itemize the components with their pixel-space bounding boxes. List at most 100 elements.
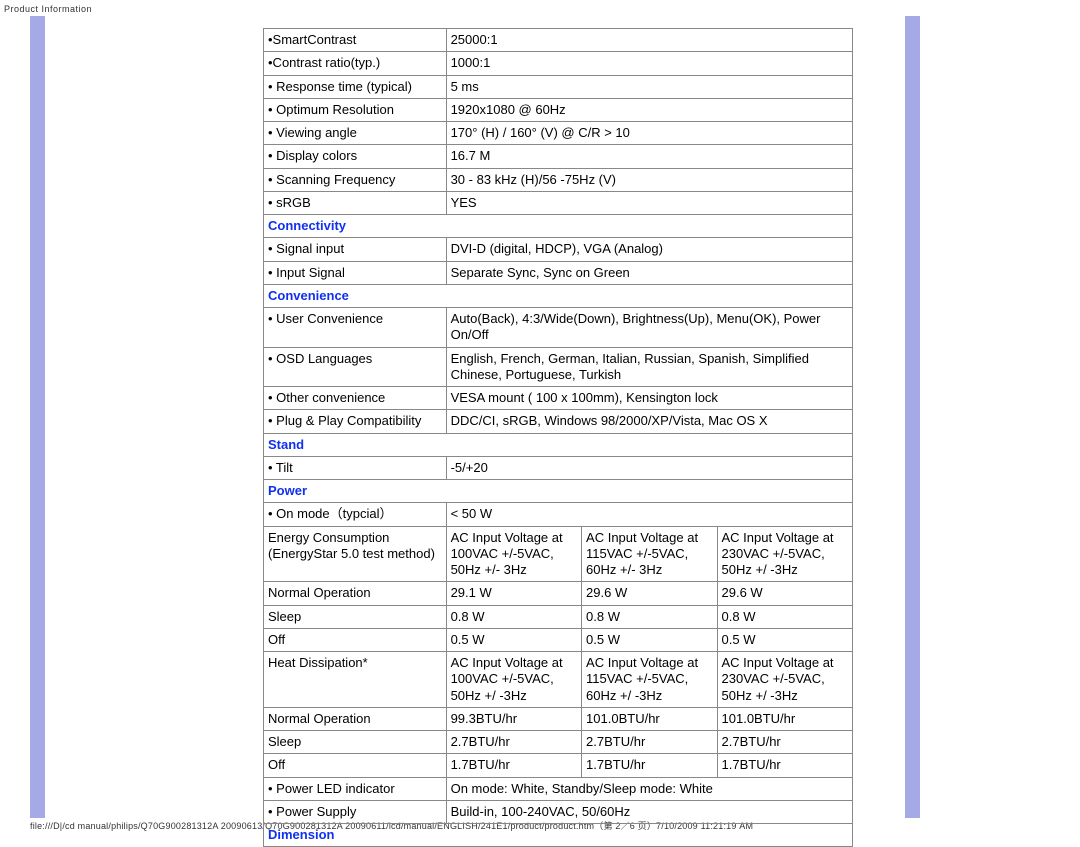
spec-label-cell: • Signal input: [264, 238, 447, 261]
spec-label-cell: Normal Operation: [264, 582, 447, 605]
table-row: • Other convenienceVESA mount ( 100 x 10…: [264, 387, 853, 410]
table-row: • Tilt-5/+20: [264, 456, 853, 479]
spec-label-cell: • OSD Languages: [264, 347, 447, 387]
section-header-cell: Power: [264, 480, 853, 503]
spec-label-cell: • Viewing angle: [264, 122, 447, 145]
spec-value-cell: 0.8 W: [717, 605, 852, 628]
spec-value-cell: AC Input Voltage at 115VAC +/-5VAC, 60Hz…: [582, 652, 717, 708]
spec-value-cell: AC Input Voltage at 100VAC +/-5VAC, 50Hz…: [446, 526, 581, 582]
table-row: • OSD LanguagesEnglish, French, German, …: [264, 347, 853, 387]
main-content: •SmartContrast25000:1•Contrast ratio(typ…: [263, 16, 853, 818]
spec-value-cell: 1.7BTU/hr: [717, 754, 852, 777]
spec-label-cell: • Tilt: [264, 456, 447, 479]
spec-value-cell: 25000:1: [446, 29, 852, 52]
spec-value-cell: 0.8 W: [582, 605, 717, 628]
spec-value-cell: 29.1 W: [446, 582, 581, 605]
spec-label-cell: • Scanning Frequency: [264, 168, 447, 191]
spec-label-cell: • User Convenience: [264, 308, 447, 348]
spec-value-cell: VESA mount ( 100 x 100mm), Kensington lo…: [446, 387, 852, 410]
table-row: • On mode（typcial）< 50 W: [264, 503, 853, 526]
spec-value-cell: 2.7BTU/hr: [446, 731, 581, 754]
spec-value-cell: 5 ms: [446, 75, 852, 98]
spec-value-cell: AC Input Voltage at 230VAC +/-5VAC, 50Hz…: [717, 652, 852, 708]
spec-value-cell: Auto(Back), 4:3/Wide(Down), Brightness(U…: [446, 308, 852, 348]
spec-value-cell: 0.5 W: [446, 628, 581, 651]
spec-label-cell: • Power LED indicator: [264, 777, 447, 800]
spec-label-cell: • On mode（typcial）: [264, 503, 447, 526]
table-row: •Contrast ratio(typ.)1000:1: [264, 52, 853, 75]
page-header-text: Product Information: [4, 4, 92, 14]
table-row: Power: [264, 480, 853, 503]
spec-label-cell: Sleep: [264, 605, 447, 628]
spec-value-cell: YES: [446, 191, 852, 214]
spec-value-cell: 1000:1: [446, 52, 852, 75]
table-row: • Response time (typical)5 ms: [264, 75, 853, 98]
spec-value-cell: -5/+20: [446, 456, 852, 479]
spec-value-cell: AC Input Voltage at 230VAC +/-5VAC, 50Hz…: [717, 526, 852, 582]
table-row: Normal Operation29.1 W29.6 W29.6 W: [264, 582, 853, 605]
spec-label-cell: •SmartContrast: [264, 29, 447, 52]
spec-label-cell: • sRGB: [264, 191, 447, 214]
table-row: Off0.5 W0.5 W0.5 W: [264, 628, 853, 651]
section-header-cell: Convenience: [264, 284, 853, 307]
right-rail: [905, 16, 920, 818]
page-body: •SmartContrast25000:1•Contrast ratio(typ…: [30, 16, 1050, 818]
section-header-cell: Connectivity: [264, 215, 853, 238]
spec-label-cell: Normal Operation: [264, 707, 447, 730]
spec-value-cell: English, French, German, Italian, Russia…: [446, 347, 852, 387]
spec-label-cell: Off: [264, 628, 447, 651]
spec-value-cell: Separate Sync, Sync on Green: [446, 261, 852, 284]
sidebar-spacer: [45, 16, 263, 818]
spec-value-cell: On mode: White, Standby/Sleep mode: Whit…: [446, 777, 852, 800]
far-right-gap: [920, 16, 1050, 818]
spec-value-cell: 1920x1080 @ 60Hz: [446, 98, 852, 121]
table-row: Sleep2.7BTU/hr2.7BTU/hr2.7BTU/hr: [264, 731, 853, 754]
table-row: Energy Consumption (EnergyStar 5.0 test …: [264, 526, 853, 582]
section-header-cell: Stand: [264, 433, 853, 456]
table-row: Normal Operation99.3BTU/hr101.0BTU/hr101…: [264, 707, 853, 730]
table-row: • Scanning Frequency30 - 83 kHz (H)/56 -…: [264, 168, 853, 191]
spec-value-cell: 0.5 W: [582, 628, 717, 651]
table-row: • Signal inputDVI-D (digital, HDCP), VGA…: [264, 238, 853, 261]
spec-value-cell: 2.7BTU/hr: [582, 731, 717, 754]
table-row: • Viewing angle170° (H) / 160° (V) @ C/R…: [264, 122, 853, 145]
spec-label-cell: Energy Consumption (EnergyStar 5.0 test …: [264, 526, 447, 582]
section-header-cell: Dimension: [264, 824, 853, 847]
table-row: • Input SignalSeparate Sync, Sync on Gre…: [264, 261, 853, 284]
spec-value-cell: 29.6 W: [717, 582, 852, 605]
spec-value-cell: 1.7BTU/hr: [582, 754, 717, 777]
spec-value-cell: DDC/CI, sRGB, Windows 98/2000/XP/Vista, …: [446, 410, 852, 433]
spec-value-cell: AC Input Voltage at 115VAC +/-5VAC, 60Hz…: [582, 526, 717, 582]
spec-value-cell: DVI-D (digital, HDCP), VGA (Analog): [446, 238, 852, 261]
table-row: • Display colors16.7 M: [264, 145, 853, 168]
table-row: • User ConvenienceAuto(Back), 4:3/Wide(D…: [264, 308, 853, 348]
spec-label-cell: • Response time (typical): [264, 75, 447, 98]
table-row: • sRGB YES: [264, 191, 853, 214]
table-row: Off1.7BTU/hr1.7BTU/hr1.7BTU/hr: [264, 754, 853, 777]
spec-value-cell: 0.5 W: [717, 628, 852, 651]
table-row: Convenience: [264, 284, 853, 307]
table-row: Sleep0.8 W0.8 W0.8 W: [264, 605, 853, 628]
spec-value-cell: 30 - 83 kHz (H)/56 -75Hz (V): [446, 168, 852, 191]
spec-value-cell: 1.7BTU/hr: [446, 754, 581, 777]
table-row: Stand: [264, 433, 853, 456]
spec-label-cell: • Other convenience: [264, 387, 447, 410]
spec-label-cell: • Input Signal: [264, 261, 447, 284]
table-row: • Power SupplyBuild-in, 100-240VAC, 50/6…: [264, 800, 853, 823]
spec-value-cell: 16.7 M: [446, 145, 852, 168]
table-row: •SmartContrast25000:1: [264, 29, 853, 52]
table-row: Connectivity: [264, 215, 853, 238]
spec-value-cell: 0.8 W: [446, 605, 581, 628]
spec-value-cell: 101.0BTU/hr: [717, 707, 852, 730]
spec-value-cell: 29.6 W: [582, 582, 717, 605]
spec-label-cell: • Power Supply: [264, 800, 447, 823]
spec-label-cell: • Optimum Resolution: [264, 98, 447, 121]
table-row: Dimension: [264, 824, 853, 847]
spec-label-cell: • Plug & Play Compatibility: [264, 410, 447, 433]
spec-value-cell: Build-in, 100-240VAC, 50/60Hz: [446, 800, 852, 823]
spec-value-cell: 2.7BTU/hr: [717, 731, 852, 754]
spec-value-cell: 101.0BTU/hr: [582, 707, 717, 730]
spec-label-cell: • Display colors: [264, 145, 447, 168]
left-rail: [30, 16, 45, 818]
table-row: • Power LED indicatorOn mode: White, Sta…: [264, 777, 853, 800]
